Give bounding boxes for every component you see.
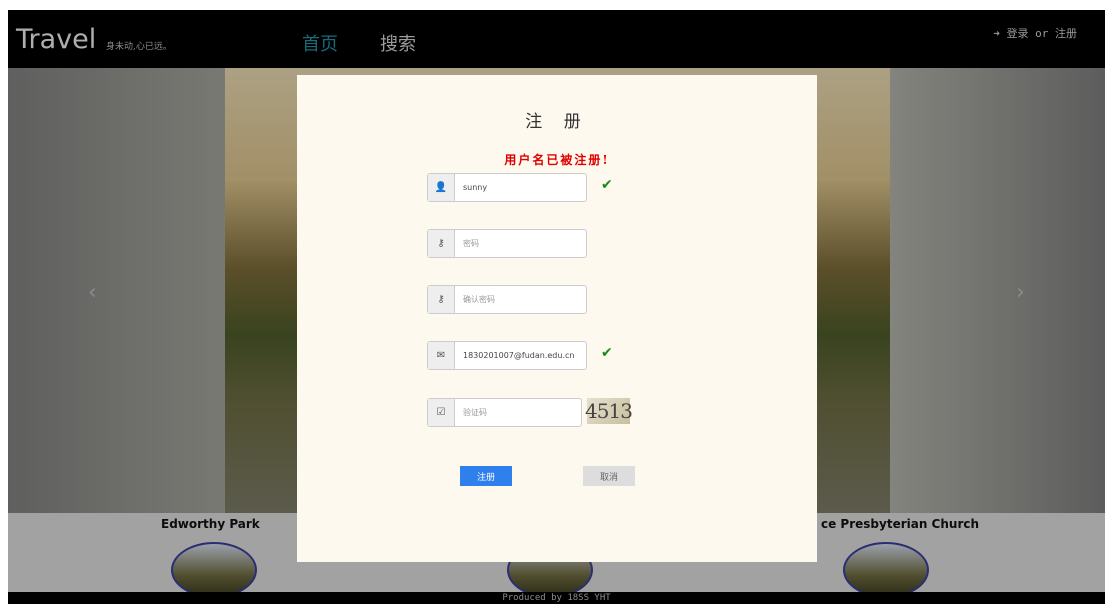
- check-icon: ✔: [601, 345, 613, 361]
- key-icon: ⚷: [428, 286, 455, 313]
- register-button[interactable]: 注册: [460, 466, 512, 486]
- modal-title: 注 册: [525, 112, 589, 132]
- password-input[interactable]: [455, 230, 579, 257]
- key-icon: ⚷: [428, 230, 455, 257]
- confirm-password-input[interactable]: [455, 286, 579, 313]
- email-input[interactable]: [455, 342, 585, 369]
- checkbox-icon: ☑: [428, 399, 455, 426]
- captcha-image[interactable]: 4513: [585, 398, 633, 424]
- password-group: ⚷: [427, 229, 587, 258]
- confirm-password-group: ⚷: [427, 285, 587, 314]
- username-input[interactable]: [455, 174, 579, 201]
- email-group: ✉: [427, 341, 587, 370]
- captcha-input[interactable]: [455, 399, 575, 426]
- user-icon: 👤: [428, 174, 455, 201]
- cancel-button[interactable]: 取消: [583, 466, 635, 486]
- captcha-group: ☑: [427, 398, 582, 427]
- check-icon: ✔: [601, 177, 613, 193]
- envelope-icon: ✉: [428, 342, 455, 369]
- error-message: 用户名已被注册!: [504, 153, 610, 167]
- username-group: 👤: [427, 173, 587, 202]
- register-modal: 注 册 用户名已被注册! 👤 ✔ ⚷ ⚷ ✉ ✔ ☑ 4513: [297, 75, 817, 562]
